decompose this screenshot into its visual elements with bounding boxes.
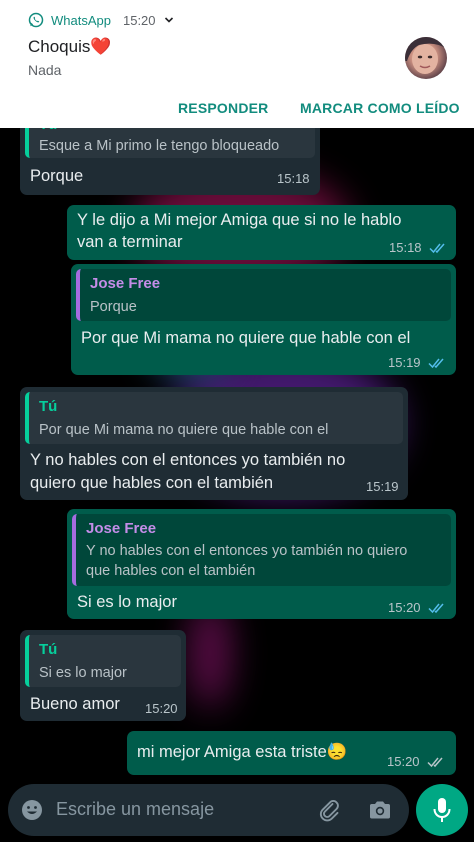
message-input[interactable]: Escribe un mensaje: [56, 799, 214, 820]
reply-button[interactable]: RESPONDER: [178, 100, 268, 116]
attach-icon[interactable]: [316, 797, 342, 823]
quote-author: Jose Free: [86, 520, 157, 537]
quote-author: Jose Free: [90, 275, 161, 292]
message-text: Por que Mi mama no quiere que hable con …: [81, 329, 411, 347]
message-time: 15:18: [277, 171, 310, 186]
message-text: Si es lo major: [77, 593, 177, 611]
message-text: Bueno amor: [30, 695, 120, 713]
message-text-line: quiero que hables con el también: [30, 474, 274, 492]
message-time: 15:20: [387, 754, 420, 769]
quoted-message[interactable]: Jose Free Y no hables con el entonces yo…: [72, 514, 451, 586]
message-time: 15:19: [366, 479, 399, 494]
quote-text: Si es lo major: [39, 665, 127, 681]
notification-time: 15:20: [122, 12, 156, 28]
message-incoming[interactable]: Tú Esque a Mi primo le tengo bloqueado P…: [20, 128, 320, 195]
quote-author: Tú: [39, 128, 57, 133]
message-text: mi mejor Amiga esta triste😓: [137, 743, 348, 761]
quoted-message[interactable]: Jose Free Porque: [76, 269, 451, 321]
message-outgoing[interactable]: Jose Free Porque Por que Mi mama no quie…: [71, 264, 456, 375]
read-ticks-icon: [428, 603, 444, 614]
notification-app-name: WhatsApp: [51, 12, 111, 28]
message-incoming[interactable]: Tú Por que Mi mama no quiere que hable c…: [20, 387, 408, 500]
quoted-message[interactable]: Tú Esque a Mi primo le tengo bloqueado: [25, 128, 315, 158]
message-text-line: van a terminar: [77, 233, 183, 251]
avatar: [405, 37, 447, 79]
message-text-line: Y le dijo a Mi mejor Amiga que si no le …: [77, 211, 402, 229]
avatar-photo: [405, 37, 447, 74]
read-ticks-icon: [429, 243, 445, 254]
message-text-line: Y no hables con el entonces yo también n…: [30, 451, 346, 469]
voice-message-button[interactable]: [416, 784, 468, 836]
delivered-ticks-icon: [427, 757, 443, 768]
message-incoming[interactable]: Tú Si es lo major Bueno amor 15:20: [20, 630, 186, 721]
notification-sender: Choquis❤️: [28, 37, 112, 56]
quote-author: Tú: [39, 398, 58, 415]
message-composer[interactable]: Escribe un mensaje: [8, 784, 409, 836]
message-outgoing[interactable]: Y le dijo a Mi mejor Amiga que si no le …: [67, 205, 456, 260]
quote-author: Tú: [39, 641, 58, 658]
camera-icon[interactable]: [367, 797, 393, 823]
quoted-message[interactable]: Tú Si es lo major: [25, 635, 181, 687]
quoted-message[interactable]: Tú Por que Mi mama no quiere que hable c…: [25, 392, 403, 444]
message-text: Porque: [30, 167, 84, 185]
quote-text: Porque: [90, 299, 137, 315]
read-ticks-icon: [428, 358, 444, 369]
emoji-icon[interactable]: [20, 798, 44, 822]
message-time: 15:19: [388, 355, 421, 370]
whatsapp-icon: [28, 12, 44, 28]
quote-text: Esque a Mi primo le tengo bloqueado: [39, 138, 280, 154]
quote-text-line: que hables con el también: [86, 563, 256, 579]
notification-message: Nada: [28, 62, 62, 78]
message-time: 15:18: [389, 240, 422, 255]
notification-card[interactable]: WhatsApp 15:20 Choquis❤️ Nada RESPONDER …: [0, 0, 474, 128]
microphone-icon: [433, 798, 451, 822]
notification-header: WhatsApp 15:20: [28, 12, 174, 28]
message-time: 15:20: [388, 600, 421, 615]
message-outgoing[interactable]: Jose Free Y no hables con el entonces yo…: [67, 509, 456, 619]
mark-as-read-button[interactable]: MARCAR COMO LEÍDO: [300, 100, 460, 116]
chevron-down-icon[interactable]: [164, 15, 174, 25]
message-outgoing[interactable]: mi mejor Amiga esta triste😓 15:20: [127, 731, 456, 775]
quote-text: Por que Mi mama no quiere que hable con …: [39, 422, 329, 438]
message-time: 15:20: [145, 701, 178, 716]
quote-text-line: Y no hables con el entonces yo también n…: [86, 543, 408, 559]
chat-area[interactable]: Tú Esque a Mi primo le tengo bloqueado P…: [0, 128, 474, 783]
